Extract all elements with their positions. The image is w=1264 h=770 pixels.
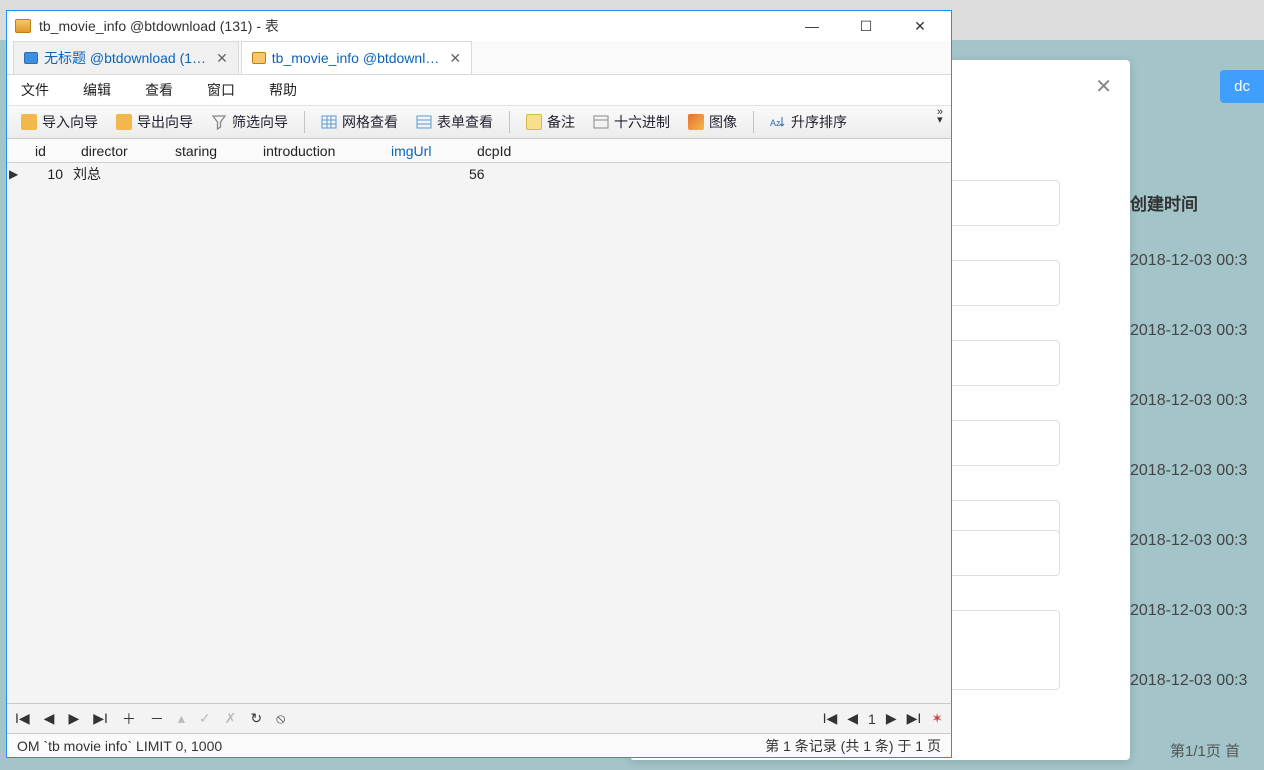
hex-button[interactable]: 十六进制 bbox=[587, 110, 676, 134]
cell-dcpid[interactable]: 56 bbox=[469, 166, 539, 182]
close-icon[interactable]: ✕ bbox=[216, 50, 228, 67]
funnel-icon bbox=[211, 114, 227, 130]
image-button[interactable]: 图像 bbox=[682, 110, 743, 134]
separator bbox=[304, 111, 305, 133]
minimize-button[interactable]: — bbox=[789, 11, 835, 41]
titlebar: tb_movie_info @btdownload (131) - 表 — ☐ … bbox=[7, 11, 951, 41]
grid-icon bbox=[321, 114, 337, 130]
tab-untitled[interactable]: 无标题 @btdownload (1… ✕ bbox=[13, 41, 239, 74]
window-title: tb_movie_info @btdownload (131) - 表 bbox=[39, 16, 781, 36]
sort-asc-button[interactable]: Aᴢ 升序排序 bbox=[764, 110, 853, 134]
calendar-icon bbox=[593, 114, 609, 130]
tab-label: tb_movie_info @btdownl… bbox=[272, 50, 440, 66]
col-dcpid[interactable]: dcpId bbox=[469, 143, 539, 159]
label: 图像 bbox=[709, 112, 737, 132]
label: 表单查看 bbox=[437, 112, 493, 132]
commit-button: ✓ bbox=[199, 710, 211, 727]
form-view-button[interactable]: 表单查看 bbox=[410, 110, 499, 134]
menu-edit[interactable]: 编辑 bbox=[83, 80, 111, 100]
col-director[interactable]: director bbox=[73, 143, 167, 159]
last-page-button[interactable]: ▶I bbox=[907, 710, 922, 727]
status-sql: OM `tb movie info` LIMIT 0, 1000 bbox=[17, 738, 222, 754]
grid-header-row: id director staring introduction imgUrl … bbox=[7, 139, 951, 163]
toolbar-overflow-button[interactable]: »▾ bbox=[937, 108, 943, 124]
tab-tb-movie-info[interactable]: tb_movie_info @btdownl… ✕ bbox=[241, 41, 472, 74]
record-navigator: I◀ ◀ ▶ ▶I ＋ － ▴ ✓ ✗ ↻ ⦸ I◀ ◀ 1 ▶ ▶I ✶ bbox=[7, 703, 951, 733]
first-record-button[interactable]: I◀ bbox=[15, 710, 30, 727]
bg-date-cell: 2018-12-03 00:3 bbox=[1130, 462, 1247, 480]
row-selector-icon[interactable]: ▶ bbox=[9, 167, 18, 181]
bg-date-cell: 2018-12-03 00:3 bbox=[1130, 322, 1247, 340]
form-icon bbox=[416, 114, 432, 130]
maximize-button[interactable]: ☐ bbox=[843, 11, 889, 41]
menubar: 文件 编辑 查看 窗口 帮助 bbox=[7, 75, 951, 105]
document-tabs: 无标题 @btdownload (1… ✕ tb_movie_info @btd… bbox=[7, 41, 951, 75]
bg-date-cell: 2018-12-03 00:3 bbox=[1130, 392, 1247, 410]
table-icon bbox=[15, 19, 31, 33]
filter-wizard-button[interactable]: 筛选向导 bbox=[205, 110, 294, 134]
table-row[interactable]: 10 刘总 56 bbox=[7, 163, 951, 185]
last-record-button[interactable]: ▶I bbox=[93, 710, 108, 727]
col-staring[interactable]: staring bbox=[167, 143, 255, 159]
col-id[interactable]: id bbox=[27, 143, 73, 159]
menu-window[interactable]: 窗口 bbox=[207, 80, 235, 100]
cancel-button: ✗ bbox=[225, 710, 237, 727]
col-imgurl[interactable]: imgUrl bbox=[383, 143, 469, 159]
separator bbox=[753, 111, 754, 133]
close-icon[interactable]: ✕ bbox=[449, 50, 461, 67]
next-page-button[interactable]: ▶ bbox=[886, 710, 897, 727]
label: 升序排序 bbox=[791, 112, 847, 132]
db-window: tb_movie_info @btdownload (131) - 表 — ☐ … bbox=[6, 10, 952, 758]
menu-help[interactable]: 帮助 bbox=[269, 80, 297, 100]
label: 筛选向导 bbox=[232, 112, 288, 132]
add-record-button[interactable]: ＋ bbox=[122, 709, 136, 729]
bg-pagination[interactable]: 第1/1页 首 bbox=[1170, 740, 1240, 761]
status-record-info: 第 1 条记录 (共 1 条) 于 1 页 bbox=[765, 736, 941, 756]
statusbar: OM `tb movie info` LIMIT 0, 1000 第 1 条记录… bbox=[7, 733, 951, 757]
toolbar: 导入向导 导出向导 筛选向导 网格查看 表单查看 备注 十六进制 图像 Aᴢ 升序… bbox=[7, 105, 951, 139]
bg-primary-button[interactable]: dc bbox=[1220, 70, 1264, 103]
svg-text:Aᴢ: Aᴢ bbox=[770, 118, 781, 128]
label: 十六进制 bbox=[614, 112, 670, 132]
table-icon bbox=[252, 52, 266, 64]
prev-page-button[interactable]: ◀ bbox=[847, 710, 858, 727]
refresh-button[interactable]: ↻ bbox=[250, 710, 262, 727]
first-page-button[interactable]: I◀ bbox=[823, 710, 838, 727]
close-button[interactable]: ✕ bbox=[897, 11, 943, 41]
bg-date-cell: 2018-12-03 00:3 bbox=[1130, 252, 1247, 270]
export-wizard-button[interactable]: 导出向导 bbox=[110, 110, 199, 134]
stop-button[interactable]: ⦸ bbox=[276, 710, 285, 727]
sort-asc-icon: Aᴢ bbox=[770, 114, 786, 130]
import-wizard-button[interactable]: 导入向导 bbox=[15, 110, 104, 134]
tab-label: 无标题 @btdownload (1… bbox=[44, 48, 206, 68]
edit-record-button: ▴ bbox=[178, 710, 185, 727]
label: 导出向导 bbox=[137, 112, 193, 132]
cell-id[interactable]: 10 bbox=[27, 166, 73, 182]
settings-icon[interactable]: ✶ bbox=[931, 710, 943, 727]
bg-date-cell: 2018-12-03 00:3 bbox=[1130, 602, 1247, 620]
menu-view[interactable]: 查看 bbox=[145, 80, 173, 100]
bg-table-header-created: 创建时间 bbox=[1130, 190, 1198, 215]
note-button[interactable]: 备注 bbox=[520, 110, 581, 134]
query-icon bbox=[24, 52, 38, 64]
grid-body[interactable]: ▶ 10 刘总 56 bbox=[7, 163, 951, 703]
prev-record-button[interactable]: ◀ bbox=[44, 710, 55, 727]
col-introduction[interactable]: introduction bbox=[255, 143, 383, 159]
bg-date-cell: 2018-12-03 00:3 bbox=[1130, 672, 1247, 690]
menu-file[interactable]: 文件 bbox=[21, 80, 49, 100]
delete-record-button[interactable]: － bbox=[150, 709, 164, 729]
page-number: 1 bbox=[868, 711, 876, 727]
label: 导入向导 bbox=[42, 112, 98, 132]
cell-director[interactable]: 刘总 bbox=[73, 164, 167, 184]
bg-date-cell: 2018-12-03 00:3 bbox=[1130, 532, 1247, 550]
separator bbox=[509, 111, 510, 133]
next-record-button[interactable]: ▶ bbox=[68, 710, 79, 727]
label: 备注 bbox=[547, 112, 575, 132]
label: 网格查看 bbox=[342, 112, 398, 132]
close-icon[interactable]: ✕ bbox=[1095, 74, 1112, 99]
grid-view-button[interactable]: 网格查看 bbox=[315, 110, 404, 134]
